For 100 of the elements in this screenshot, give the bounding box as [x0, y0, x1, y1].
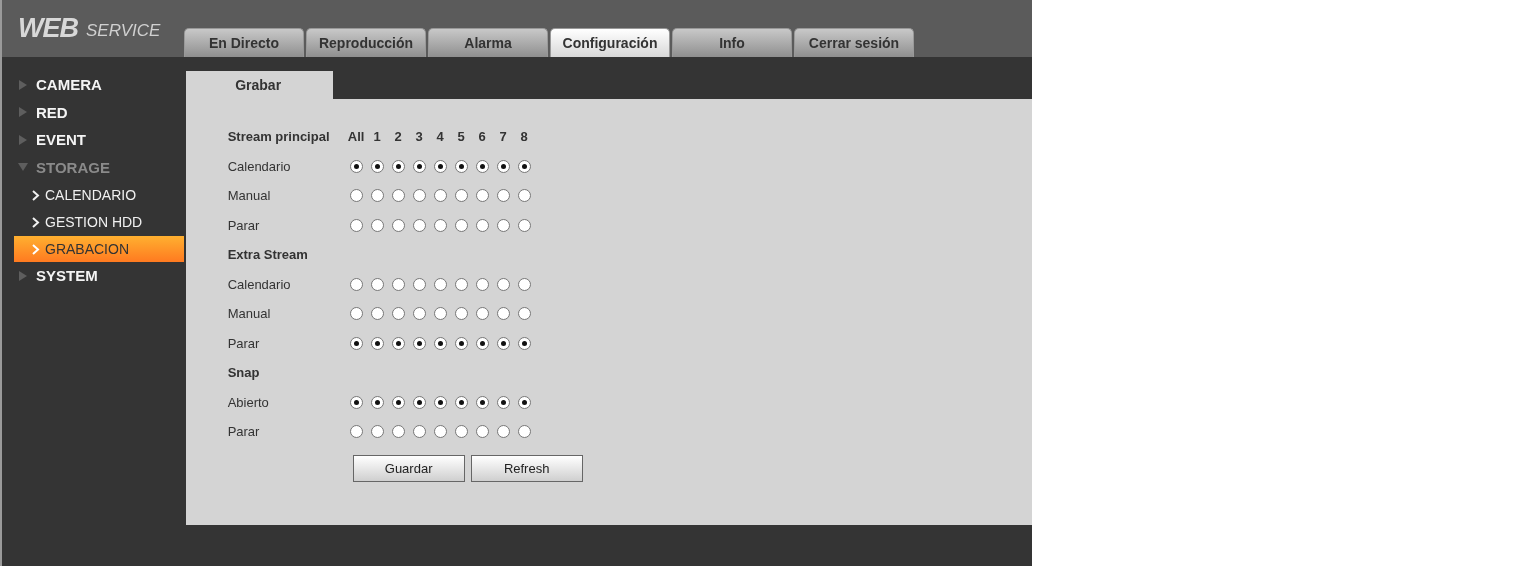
radio-button[interactable] — [433, 425, 447, 439]
radio-button[interactable] — [454, 336, 468, 350]
sidebar-subitem[interactable]: GESTION HDD — [14, 209, 184, 235]
radio-button[interactable] — [475, 189, 489, 203]
sidebar-item[interactable]: STORAGE — [2, 153, 184, 181]
radio-button[interactable] — [433, 218, 447, 232]
radio-button[interactable] — [433, 307, 447, 321]
radio-button[interactable] — [391, 277, 405, 291]
radio-button[interactable] — [454, 307, 468, 321]
radio-button[interactable] — [496, 159, 510, 173]
nav-tab[interactable]: En Directo — [184, 28, 304, 57]
radio-button[interactable] — [391, 307, 405, 321]
radio-button[interactable] — [475, 425, 489, 439]
radio-button[interactable] — [454, 159, 468, 173]
radio-button[interactable] — [517, 218, 531, 232]
triangle-right-icon — [18, 270, 28, 281]
radio-button[interactable] — [349, 307, 363, 321]
radio-button[interactable] — [454, 218, 468, 232]
radio-button[interactable] — [496, 277, 510, 291]
panel-tab[interactable]: Grabar — [185, 71, 333, 99]
radio-button[interactable] — [412, 218, 426, 232]
radio-button[interactable] — [433, 189, 447, 203]
sidebar-item[interactable]: SYSTEM — [2, 262, 184, 290]
radio-button[interactable] — [517, 277, 531, 291]
radio-button[interactable] — [412, 307, 426, 321]
column-header: All — [346, 129, 366, 145]
radio-button[interactable] — [517, 425, 531, 439]
row-label: Parar — [227, 217, 261, 233]
radio-button[interactable] — [496, 336, 510, 350]
radio-button[interactable] — [475, 395, 489, 409]
radio-button[interactable] — [475, 277, 489, 291]
radio-button[interactable] — [496, 425, 510, 439]
radio-button[interactable] — [391, 425, 405, 439]
radio-button[interactable] — [454, 277, 468, 291]
radio-button[interactable] — [517, 395, 531, 409]
triangle-down-icon — [18, 162, 28, 173]
radio-button[interactable] — [349, 189, 363, 203]
radio-button[interactable] — [517, 336, 531, 350]
radio-button[interactable] — [370, 159, 384, 173]
radio-button[interactable] — [454, 425, 468, 439]
radio-button[interactable] — [412, 395, 426, 409]
radio-button[interactable] — [412, 189, 426, 203]
column-header: 8 — [519, 129, 529, 145]
radio-button[interactable] — [391, 395, 405, 409]
radio-button[interactable] — [454, 395, 468, 409]
sidebar-label: GESTION HDD — [45, 214, 143, 230]
nav-tab[interactable]: Info — [672, 28, 792, 57]
nav-tab[interactable]: Configuración — [550, 28, 670, 57]
radio-button[interactable] — [412, 159, 426, 173]
sidebar-label: RED — [36, 103, 68, 121]
radio-button[interactable] — [433, 159, 447, 173]
radio-button[interactable] — [370, 189, 384, 203]
radio-button[interactable] — [349, 277, 363, 291]
sidebar-item[interactable]: CAMERA — [2, 71, 184, 99]
radio-button[interactable] — [475, 218, 489, 232]
radio-button[interactable] — [517, 189, 531, 203]
radio-button[interactable] — [370, 307, 384, 321]
radio-button[interactable] — [496, 189, 510, 203]
sidebar-subitem[interactable]: CALENDARIO — [14, 182, 184, 208]
radio-button[interactable] — [517, 159, 531, 173]
logo-text: WEB — [18, 13, 78, 44]
radio-button[interactable] — [370, 336, 384, 350]
radio-button[interactable] — [475, 307, 489, 321]
radio-button[interactable] — [496, 307, 510, 321]
radio-button[interactable] — [475, 336, 489, 350]
save-button[interactable]: Guardar — [352, 454, 465, 482]
section-title: Stream principal — [227, 129, 331, 145]
radio-button[interactable] — [349, 218, 363, 232]
radio-button[interactable] — [433, 336, 447, 350]
sidebar-subitem[interactable]: GRABACION — [14, 236, 184, 262]
radio-button[interactable] — [391, 218, 405, 232]
nav-tab[interactable]: Reproducción — [306, 28, 426, 57]
radio-button[interactable] — [496, 218, 510, 232]
radio-button[interactable] — [349, 425, 363, 439]
radio-button[interactable] — [370, 218, 384, 232]
radio-button[interactable] — [370, 277, 384, 291]
radio-button[interactable] — [349, 395, 363, 409]
sidebar-item[interactable]: EVENT — [2, 126, 184, 154]
refresh-button[interactable]: Refresh — [470, 454, 583, 482]
radio-button[interactable] — [517, 307, 531, 321]
radio-button[interactable] — [349, 159, 363, 173]
radio-button[interactable] — [412, 336, 426, 350]
radio-button[interactable] — [349, 336, 363, 350]
radio-button[interactable] — [391, 336, 405, 350]
logo-subtitle: SERVICE — [86, 20, 161, 41]
nav-tab[interactable]: Alarma — [428, 28, 548, 57]
radio-button[interactable] — [433, 277, 447, 291]
radio-button[interactable] — [454, 189, 468, 203]
radio-button[interactable] — [496, 395, 510, 409]
row-label: Parar — [227, 335, 261, 351]
radio-button[interactable] — [391, 189, 405, 203]
sidebar-item[interactable]: RED — [2, 98, 184, 126]
nav-tab[interactable]: Cerrar sesión — [794, 28, 914, 57]
radio-button[interactable] — [412, 277, 426, 291]
radio-button[interactable] — [370, 425, 384, 439]
radio-button[interactable] — [475, 159, 489, 173]
radio-button[interactable] — [412, 425, 426, 439]
radio-button[interactable] — [433, 395, 447, 409]
radio-button[interactable] — [391, 159, 405, 173]
radio-button[interactable] — [370, 395, 384, 409]
